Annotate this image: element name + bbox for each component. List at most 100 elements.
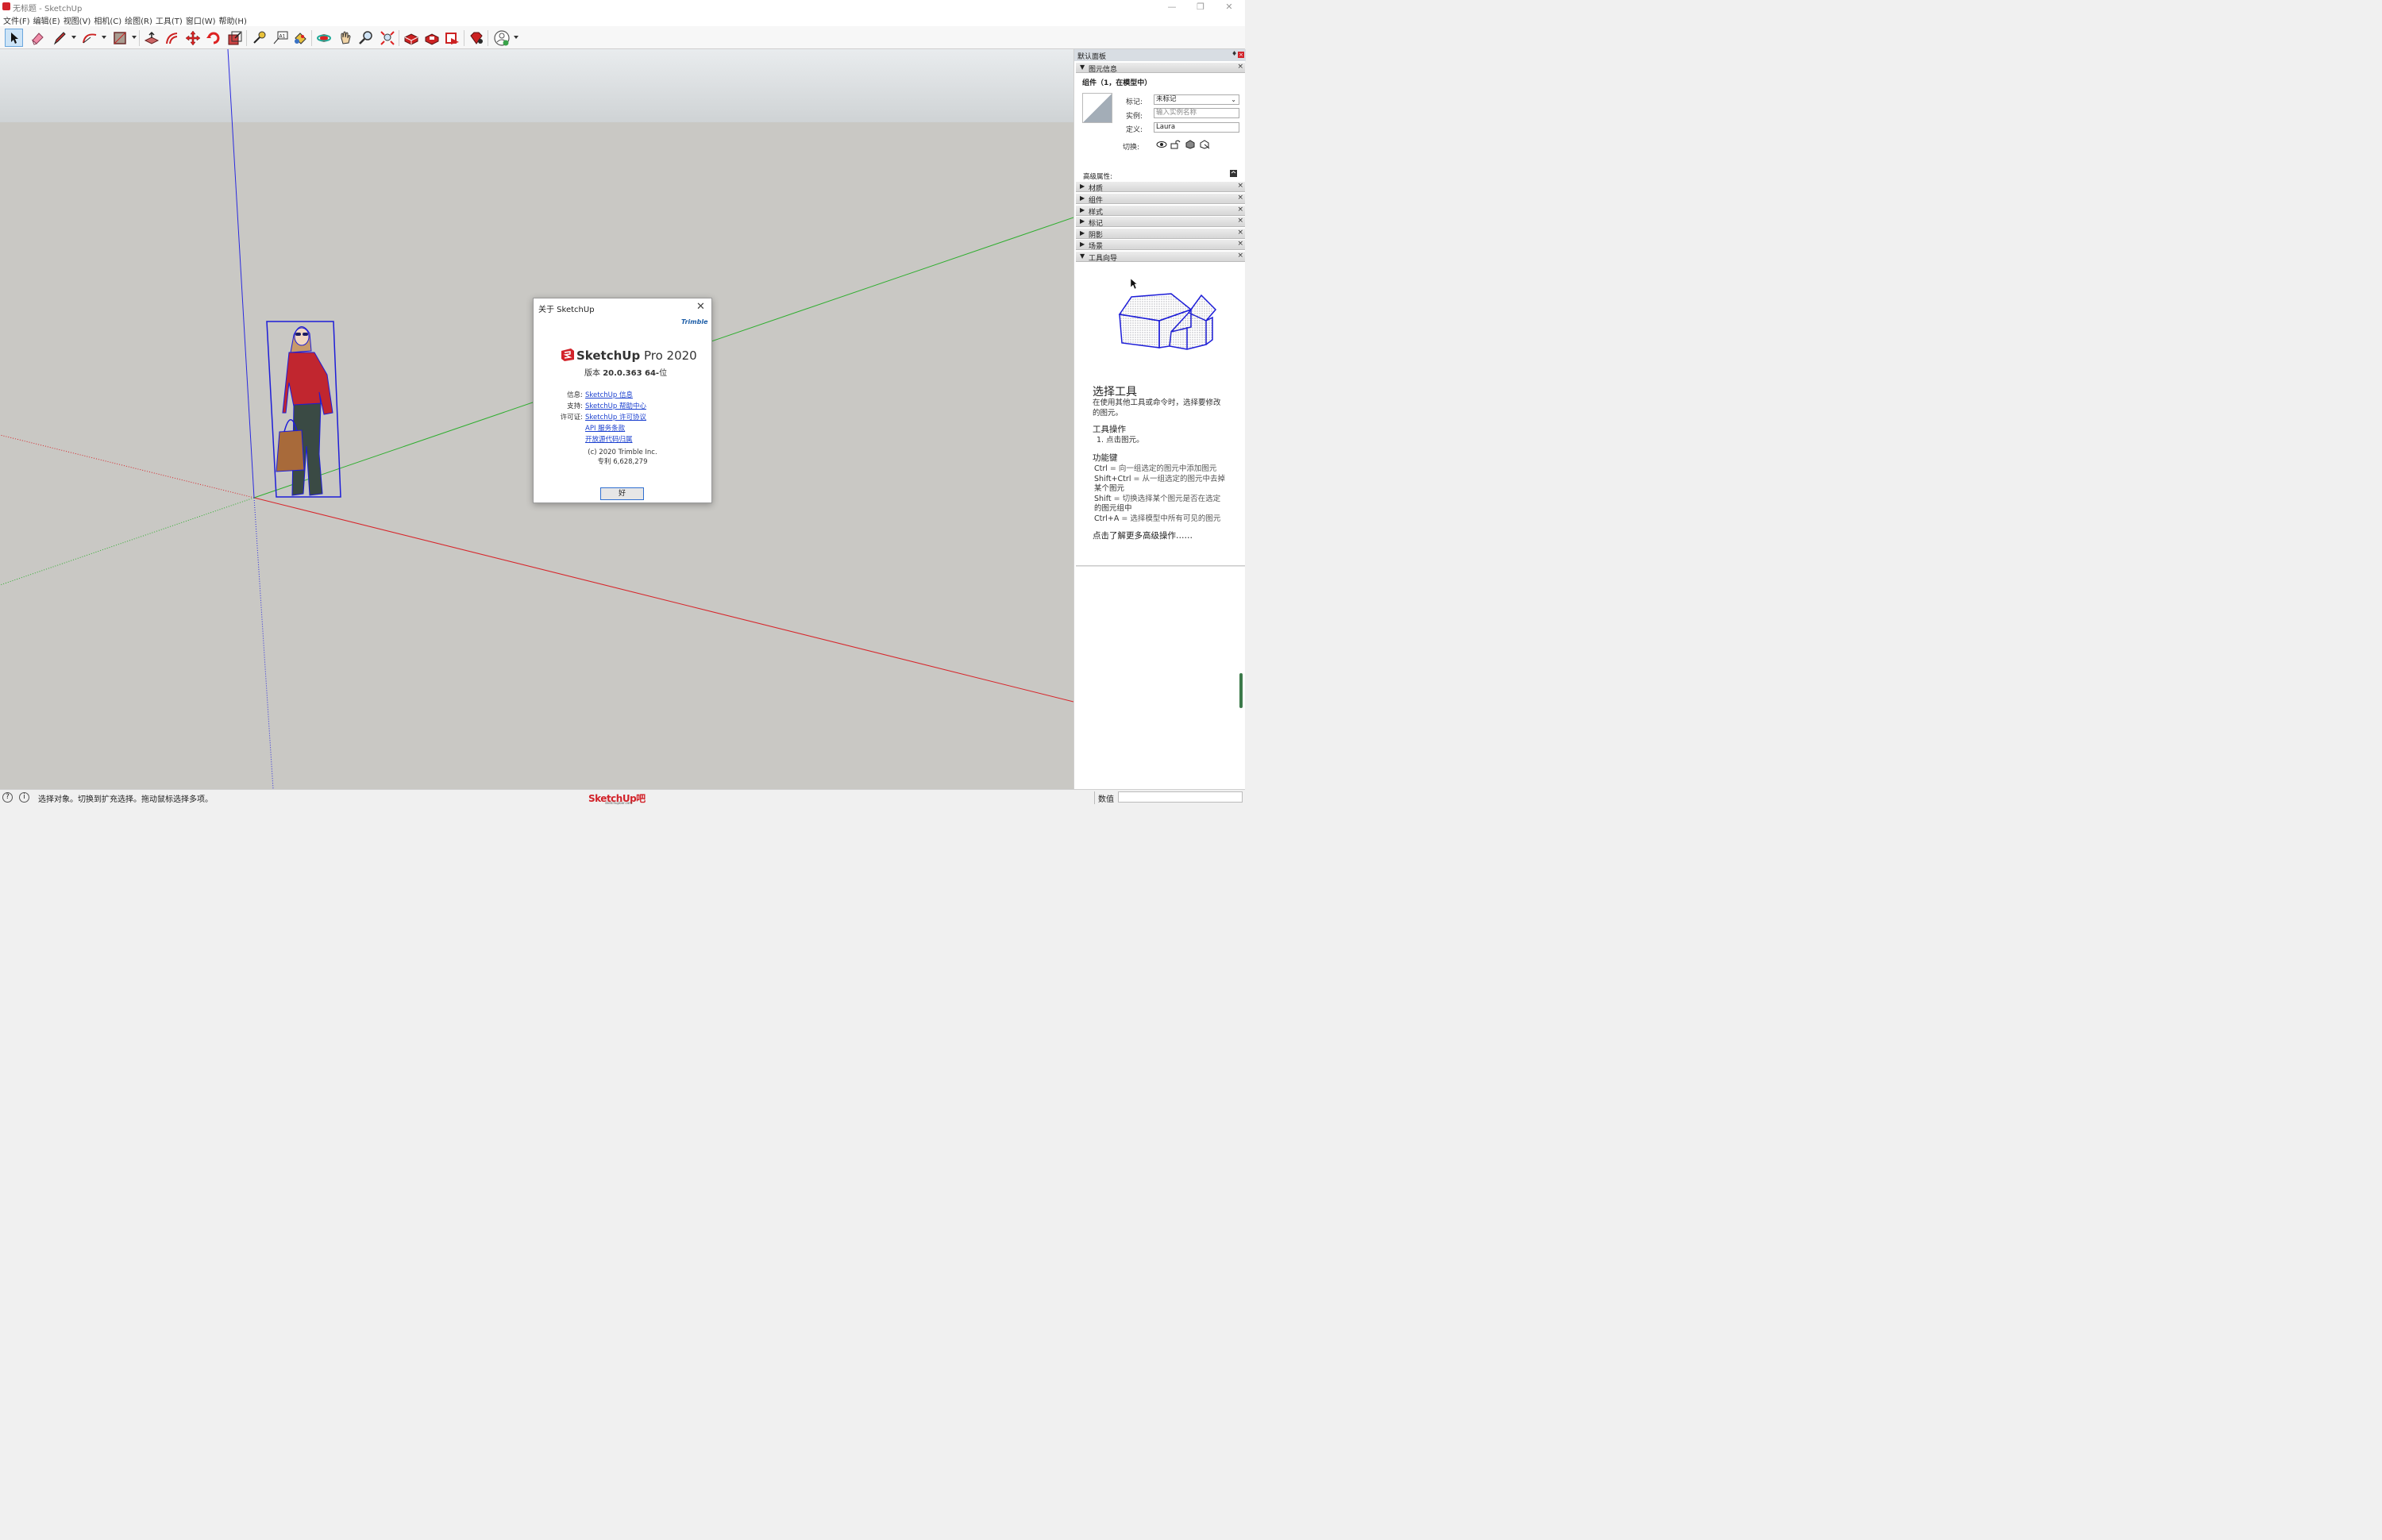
tray-expanded-icon: ▼	[1080, 252, 1085, 260]
toggle-lock-button[interactable]	[1170, 140, 1181, 152]
select-tool-illustration	[1118, 293, 1217, 350]
help-center-link[interactable]: SketchUp 帮助中心	[585, 401, 646, 410]
instructor-more-link[interactable]: 点击了解更多高级操作……	[1093, 529, 1193, 541]
status-divider	[1094, 791, 1095, 804]
svg-text:A1: A1	[279, 33, 285, 39]
panel-scrollbar[interactable]	[1239, 673, 1243, 708]
tray-collapsed-icon: ▶	[1080, 206, 1085, 214]
close-window-button[interactable]: ✕	[1215, 0, 1243, 13]
tape-measure-tool-button[interactable]	[249, 29, 268, 47]
api-terms-link[interactable]: API 服务条款	[585, 423, 625, 433]
key-desc-continued: 的图元组中	[1094, 504, 1132, 513]
toolbar-separator	[311, 30, 312, 46]
pencil-tool-button[interactable]	[50, 29, 68, 47]
move-tool-button[interactable]	[183, 29, 202, 47]
handbag	[276, 429, 305, 472]
restore-button[interactable]: ❐	[1186, 0, 1215, 13]
menu-help[interactable]: 帮助(H)	[218, 13, 249, 26]
trimble-logo: Trimble	[681, 318, 708, 325]
move-icon	[185, 30, 200, 45]
product-name-bold: SketchUp	[576, 348, 641, 363]
paint-bucket-tool-button[interactable]	[291, 29, 309, 47]
menu-draw[interactable]: 绘图(R)	[124, 13, 155, 26]
toggle-receive-shadows-button[interactable]	[1185, 140, 1196, 152]
geo-location-icon[interactable]: ?	[2, 792, 13, 803]
tray-close-icon[interactable]: ×	[1237, 240, 1243, 248]
tray-expanded-icon: ▼	[1080, 64, 1085, 71]
account-dropdown-icon[interactable]	[514, 36, 518, 39]
tray-close-icon[interactable]: ×	[1237, 206, 1243, 214]
tray-scenes[interactable]: ▶ 场景 ×	[1076, 240, 1245, 251]
toggle-cast-shadows-button[interactable]	[1199, 140, 1210, 152]
product-name: SketchUp Pro 2020	[576, 348, 697, 363]
tray-close-icon[interactable]: ×	[1237, 194, 1243, 202]
select-tool-button[interactable]	[5, 29, 23, 47]
zoom-extents-tool-button[interactable]	[378, 29, 396, 47]
pencil-dropdown-icon[interactable]	[71, 36, 76, 39]
tray-materials[interactable]: ▶ 材质 ×	[1076, 182, 1245, 193]
info-icon[interactable]: i	[19, 792, 29, 803]
red-axis	[253, 497, 1073, 703]
sketchup-info-link[interactable]: SketchUp 信息	[585, 390, 633, 399]
menu-window[interactable]: 窗口(W)	[185, 13, 218, 26]
menu-bar: 文件(F) 编辑(E) 视图(V) 相机(C) 绘图(R) 工具(T) 窗口(W…	[0, 13, 1245, 26]
tray-styles[interactable]: ▶ 样式 ×	[1076, 206, 1245, 217]
tray-tags[interactable]: ▶ 标记 ×	[1076, 217, 1245, 228]
3d-warehouse-button[interactable]	[402, 29, 420, 47]
extension-warehouse-button[interactable]	[422, 29, 441, 47]
arc-dropdown-icon[interactable]	[102, 36, 106, 39]
tag-label: 标记:	[1125, 98, 1143, 106]
tray-entity-info[interactable]: ▼ 图元信息 ×	[1076, 63, 1245, 74]
license-agreement-link[interactable]: SketchUp 许可协议	[585, 412, 646, 422]
tray-instructor[interactable]: ▼ 工具向导 ×	[1076, 252, 1245, 263]
tray-close-icon[interactable]: ×	[1237, 229, 1243, 237]
advanced-attributes-toggle[interactable]	[1230, 168, 1237, 179]
tray-close-icon[interactable]: ×	[1237, 217, 1243, 225]
push-pull-tool-button[interactable]	[142, 29, 160, 47]
account-button[interactable]	[492, 29, 511, 47]
panel-close-icon[interactable]: ×	[1238, 52, 1244, 58]
support-label: 支持:	[567, 402, 583, 410]
key-desc: = 选择模型中所有可见的图元	[1119, 514, 1221, 523]
definition-label: 定义:	[1125, 126, 1143, 134]
arc-icon	[82, 33, 96, 43]
text-tool-button[interactable]: A1	[271, 29, 289, 47]
rectangle-tool-button[interactable]	[110, 29, 129, 47]
measurements-input[interactable]	[1118, 791, 1243, 803]
toggle-visibility-button[interactable]	[1156, 140, 1167, 152]
eraser-tool-button[interactable]	[28, 29, 46, 47]
zoom-tool-button[interactable]	[357, 29, 375, 47]
tray-close-icon[interactable]: ×	[1237, 63, 1243, 71]
menu-view[interactable]: 视图(V)	[63, 13, 94, 26]
tag-select[interactable]: 未标记 ⌄	[1154, 94, 1239, 105]
watermark-url: sketchupbar.com	[605, 801, 633, 805]
dialog-close-icon[interactable]: ✕	[696, 301, 705, 313]
rotate-tool-button[interactable]	[204, 29, 222, 47]
tray-close-icon[interactable]: ×	[1237, 252, 1243, 260]
tray-close-icon[interactable]: ×	[1237, 182, 1243, 190]
pin-icon[interactable]: ♦	[1231, 50, 1237, 57]
scale-tool-button[interactable]	[225, 29, 244, 47]
menu-edit[interactable]: 编辑(E)	[33, 13, 63, 26]
extension-manager-button[interactable]	[467, 29, 485, 47]
menu-camera[interactable]: 相机(C)	[93, 13, 124, 26]
definition-input[interactable]: Laura	[1154, 122, 1239, 133]
tray-components[interactable]: ▶ 组件 ×	[1076, 194, 1245, 205]
tray-shadows[interactable]: ▶ 阴影 ×	[1076, 229, 1245, 240]
offset-tool-button[interactable]	[163, 29, 181, 47]
orbit-tool-button[interactable]	[314, 29, 333, 47]
panel-title-bar: 默认面板 ♦ ×	[1074, 49, 1246, 61]
menu-tools[interactable]: 工具(T)	[155, 13, 185, 26]
offset-icon	[165, 32, 177, 44]
pan-tool-button[interactable]	[336, 29, 354, 47]
open-source-link[interactable]: 开放源代码归属	[585, 434, 633, 444]
rectangle-dropdown-icon[interactable]	[132, 36, 137, 39]
menu-file[interactable]: 文件(F)	[2, 13, 33, 26]
arc-tool-button[interactable]	[80, 29, 98, 47]
send-to-layout-button[interactable]	[443, 29, 461, 47]
instance-name-input[interactable]: 输入实例名称	[1154, 108, 1239, 118]
minimize-button[interactable]: —	[1158, 0, 1186, 13]
ok-button[interactable]: 好	[600, 487, 644, 500]
laura-figure[interactable]	[265, 319, 345, 499]
face	[294, 327, 310, 346]
